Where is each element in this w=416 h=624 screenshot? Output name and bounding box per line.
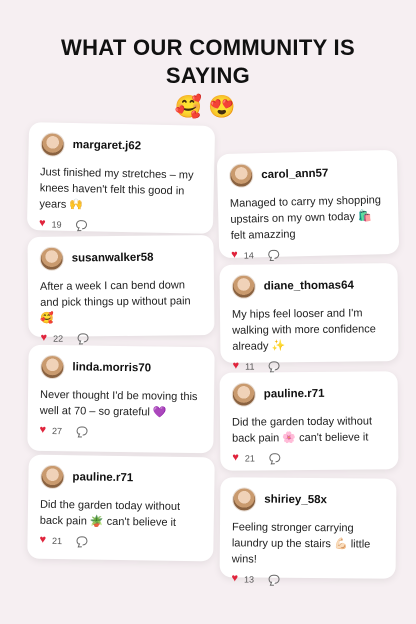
review-username: shiriey_58x (264, 493, 327, 507)
comment-icon[interactable] (267, 249, 279, 259)
review-username: linda.morris70 (72, 361, 152, 375)
review-text: Did the garden today without back pain 🌸… (231, 415, 373, 445)
review-card-pauline-left: pauline.r71 Did the garden today without… (27, 454, 215, 562)
comment-icon[interactable] (75, 536, 88, 546)
comment-icon[interactable] (76, 426, 88, 436)
review-card-susan: susanwalker58 After a week I can bend do… (27, 235, 215, 344)
like-count: 27 (52, 425, 63, 436)
page-title: WHAT OUR COMMUNITY IS SAYING (0, 34, 416, 90)
page-title-line2: SAYING (165, 63, 251, 88)
review-text: After a week I can bend down and pick th… (39, 279, 191, 325)
avatar (40, 354, 65, 380)
avatar (40, 464, 65, 490)
comment-icon[interactable] (268, 361, 280, 371)
review-username: susanwalker58 (71, 251, 154, 265)
like-count: 21 (51, 535, 63, 546)
page-title-line1: WHAT OUR COMMUNITY IS (61, 35, 355, 60)
review-card-margaret: margaret.j62 Just finished my stretches … (26, 122, 216, 234)
review-username: margaret.j62 (72, 138, 142, 153)
review-username: pauline.r71 (263, 387, 325, 401)
heart-icon[interactable]: ♥ (232, 572, 239, 584)
comment-icon[interactable] (268, 574, 280, 584)
like-count: 22 (53, 333, 64, 344)
review-text: Managed to carry my shopping upstairs on… (229, 194, 382, 242)
avatar (39, 246, 64, 271)
like-count: 19 (51, 219, 62, 230)
avatar (231, 382, 256, 407)
like-count: 11 (245, 361, 255, 372)
review-text: Feeling stronger carrying laundry up the… (231, 521, 371, 566)
review-username: diane_thomas64 (263, 279, 354, 293)
review-text: My hips feel looser and I'm walking with… (231, 307, 376, 353)
heart-icon[interactable]: ♥ (232, 360, 239, 372)
heart-icon[interactable]: ♥ (39, 534, 46, 546)
review-card-carol: carol_ann57 Managed to carry my shopping… (216, 149, 400, 261)
heart-icon[interactable]: ♥ (232, 452, 239, 464)
review-text: Just finished my stretches – my knees ha… (39, 166, 194, 212)
like-count: 13 (244, 573, 255, 585)
comment-icon[interactable] (77, 333, 89, 343)
review-text: Did the garden today without back pain 🪴… (39, 498, 181, 529)
heading-emojis: 🥰😍 (174, 94, 242, 119)
review-text: Never thought I'd be moving this well at… (39, 388, 198, 419)
heart-icon[interactable]: ♥ (39, 424, 46, 436)
like-count: 21 (244, 452, 255, 464)
avatar (228, 163, 254, 188)
heart-icon[interactable]: ♥ (40, 332, 47, 344)
like-count: 14 (243, 249, 254, 261)
avatar (232, 487, 257, 512)
review-username: carol_ann57 (261, 167, 329, 182)
comment-icon[interactable] (268, 453, 280, 463)
avatar (40, 132, 65, 157)
review-card-linda: linda.morris70 Never thought I'd be movi… (27, 344, 215, 454)
review-card-diane: diane_thomas64 My hips feel looser and I… (219, 263, 399, 372)
comment-icon[interactable] (75, 220, 87, 230)
review-username: pauline.r71 (72, 471, 134, 485)
review-card-shiriey: shiriey_58x Feeling stronger carrying la… (219, 477, 397, 584)
review-card-pauline-right: pauline.r71 Did the garden today without… (219, 371, 399, 471)
heart-icon[interactable]: ♥ (39, 217, 46, 229)
avatar (231, 274, 256, 299)
heart-icon[interactable]: ♥ (231, 249, 238, 261)
